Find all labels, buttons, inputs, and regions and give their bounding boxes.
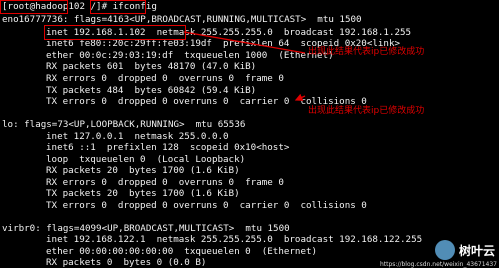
annotation-arrows: [183, 31, 306, 101]
arrow-to-collisions: [294, 93, 306, 101]
watermark-url: https://blog.csdn.net/weixin_43671437: [379, 261, 497, 268]
arrow-to-ip: [183, 31, 306, 54]
leaf-logo-icon: [434, 240, 455, 260]
watermark-brand: 树叶云: [458, 243, 495, 258]
watermark: 树叶云: [434, 240, 495, 260]
